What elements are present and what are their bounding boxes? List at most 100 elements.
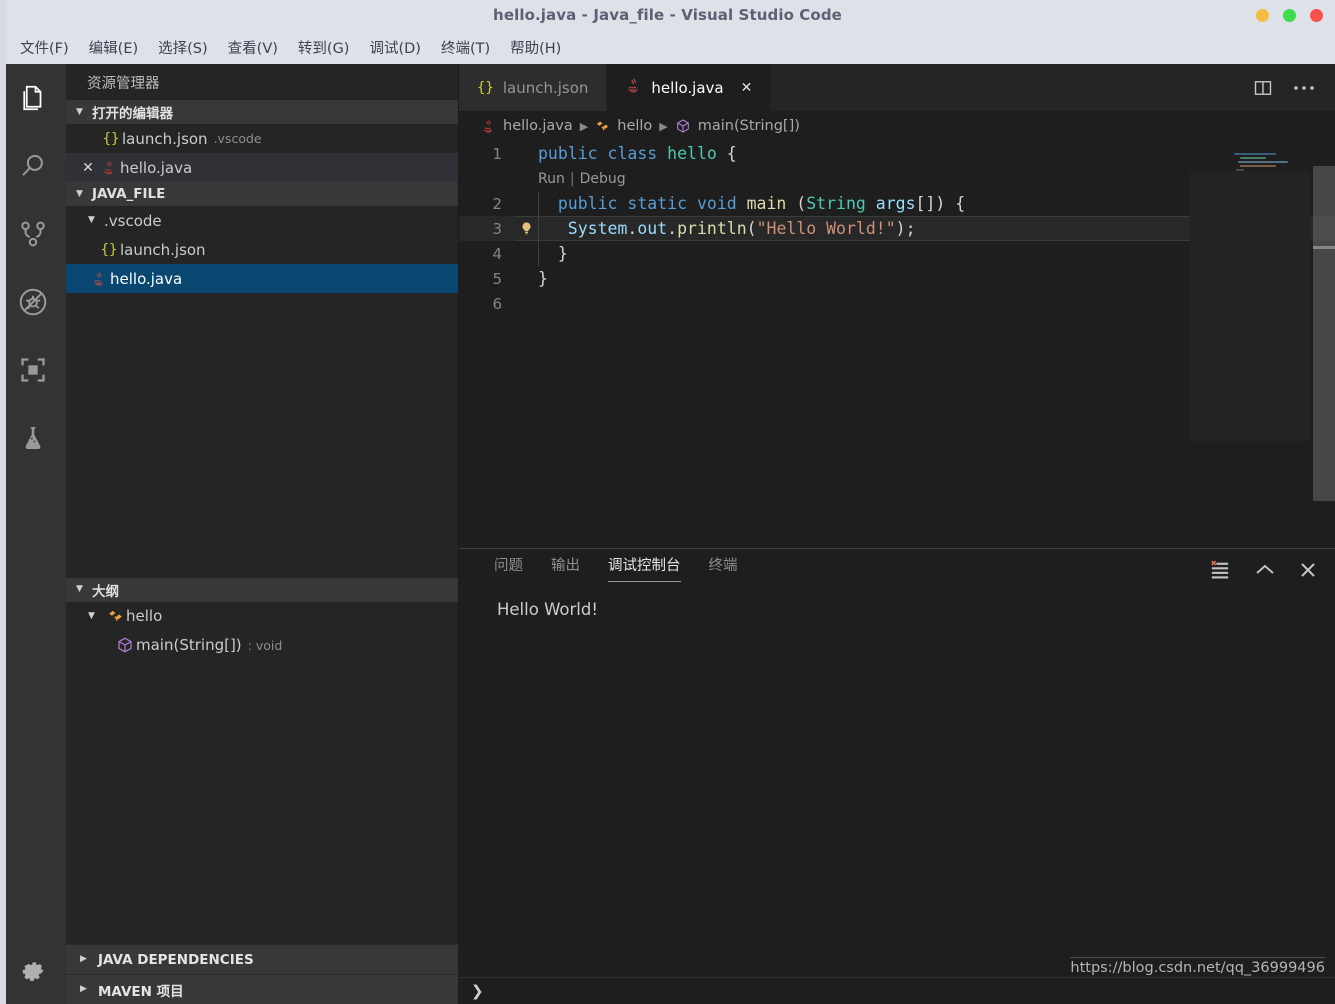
code-line-5[interactable]: 5 } [459,266,1335,291]
menu-go[interactable]: 转到(G) [288,34,360,61]
tree-item-label: hello.java [110,269,183,288]
chevron-right-icon: ▶ [80,954,87,964]
menu-selection[interactable]: 选择(S) [148,34,218,61]
close-window-button[interactable] [1310,8,1323,22]
java-icon [98,160,120,176]
section-open-editors-header[interactable]: ▼ 打开的编辑器 [66,100,458,124]
java-icon [481,119,496,134]
close-icon[interactable]: ✕ [741,80,753,96]
method-icon [114,636,136,654]
code-line-2[interactable]: 2 public static void main (String args[]… [459,191,1335,216]
close-icon[interactable]: ✕ [78,160,98,176]
breadcrumb-item-file[interactable]: hello.java [503,118,573,134]
menu-file[interactable]: 文件(F) [10,34,79,61]
menu-view[interactable]: 查看(V) [218,34,288,61]
sidebar-empty-space [66,293,458,578]
activity-testing[interactable] [0,404,66,472]
code-text-4: } [538,244,568,263]
activity-explorer[interactable] [0,64,66,132]
chevron-right-icon: ▶ [659,119,668,133]
maximize-button[interactable] [1283,8,1296,22]
clear-console-icon[interactable] [1209,560,1231,580]
open-editors-label: 打开的编辑器 [92,106,173,122]
panel-tab-problems[interactable]: 问题 [494,558,523,581]
minimize-button[interactable] [1256,8,1269,22]
sidebar: 资源管理器 ▼ 打开的编辑器 {} launch.json .vscode ✕ [66,64,459,1004]
testing-beaker-icon [19,424,47,452]
json-icon: {} [102,130,120,147]
menu-help[interactable]: 帮助(H) [500,34,571,61]
code-text-2: public static void main (String args[]) … [538,194,966,213]
panel-tab-bar: 问题 输出 调试控制台 终端 [459,549,1335,591]
watermark-url: https://blog.csdn.net/qq_36999496 [1070,957,1325,976]
breadcrumb-item-method[interactable]: main(String[]) [698,118,800,134]
bottom-panel: 问题 输出 调试控制台 终端 Hello World! https://blog… [459,548,1335,1004]
menu-terminal[interactable]: 终端(T) [431,34,500,61]
section-folder-header[interactable]: ▼ JAVA_FILE [66,182,458,206]
search-icon [18,151,48,181]
tree-item-label: launch.json [120,240,206,259]
chevron-down-icon: ▼ [76,106,83,117]
section-outline-header[interactable]: ▼ 大纲 [66,577,458,602]
open-editor-label: launch.json [122,129,208,148]
tab-hello-java[interactable]: hello.java ✕ [607,64,772,111]
outline-label: 大纲 [92,583,119,600]
tab-launch-json[interactable]: {} launch.json [459,64,608,111]
panel-tab-terminal[interactable]: 终端 [709,558,738,581]
outline-item-main[interactable]: main(String[]) : void [66,631,458,660]
gear-icon [18,957,48,987]
line-number: 1 [492,144,502,163]
method-icon [675,118,691,134]
menu-debug[interactable]: 调试(D) [359,34,430,61]
debug-console-output[interactable]: Hello World! [459,591,1335,1004]
code-line-3[interactable]: 3 System.out.println("Hello World!"); [459,216,1335,241]
chevron-up-icon[interactable] [1255,563,1275,577]
code-line-1[interactable]: 1 public class hello { [459,141,1335,166]
codelens-debug[interactable]: Debug [580,171,626,187]
chevron-right-icon: ▶ [80,984,87,994]
code-line-4[interactable]: 4 } [459,241,1335,266]
activity-bar [0,64,66,1004]
java-dependencies-section[interactable]: ▶ JAVA DEPENDENCIES [66,944,458,974]
open-editor-hello-java[interactable]: ✕ hello.java [66,153,458,182]
editor-vertical-scrollbar[interactable] [1313,166,1335,501]
menu-edit[interactable]: 编辑(E) [79,34,148,61]
sidebar-title: 资源管理器 [87,75,160,92]
workbench: 资源管理器 ▼ 打开的编辑器 {} launch.json .vscode ✕ [0,64,1335,1004]
outline-item-hello[interactable]: ▼ hello [66,602,458,631]
breadcrumb-item-class[interactable]: hello [617,118,652,134]
close-icon[interactable] [1299,561,1317,579]
console-line: Hello World! [497,600,598,619]
code-line-6[interactable]: 6 [459,291,1335,316]
more-actions-icon[interactable] [1293,84,1315,92]
lightbulb-icon[interactable] [514,221,538,236]
panel-tab-output[interactable]: 输出 [551,558,580,581]
line-number: 3 [492,219,502,238]
scrollbar-decoration [1313,246,1335,249]
tree-item-hello-java[interactable]: hello.java [66,264,458,293]
activity-source-control[interactable] [0,200,66,268]
chevron-down-icon: ▼ [88,610,95,621]
split-editor-icon[interactable] [1253,78,1273,98]
debug-repl-input[interactable]: ❯ [459,977,1335,1004]
chevron-down-icon: ▼ [88,215,95,225]
tree-item-launch-json[interactable]: {} launch.json [66,235,458,264]
window-controls [1256,0,1323,30]
open-editor-launch-json[interactable]: {} launch.json .vscode [66,124,458,153]
codelens-run[interactable]: Run [538,171,565,187]
code-content[interactable]: 1 public class hello { Run | Debug 2 pub… [459,141,1335,548]
activity-search[interactable] [0,132,66,200]
activity-extensions[interactable] [0,336,66,404]
tree-item-vscode-folder[interactable]: ▼ .vscode [66,206,458,235]
sidebar-lower-space [66,660,458,945]
chevron-down-icon: ▼ [76,188,83,199]
maven-projects-section[interactable]: ▶ MAVEN 项目 [66,974,458,1004]
extensions-icon [19,356,47,384]
chevron-down-icon: ▼ [76,584,83,594]
activity-settings[interactable] [0,940,66,1004]
code-editor[interactable]: 1 public class hello { Run | Debug 2 pub… [459,141,1335,548]
panel-tab-debug-console[interactable]: 调试控制台 [608,558,681,582]
line-number: 5 [492,269,502,288]
activity-run-debug[interactable] [0,268,66,336]
files-explorer-icon [18,83,48,113]
